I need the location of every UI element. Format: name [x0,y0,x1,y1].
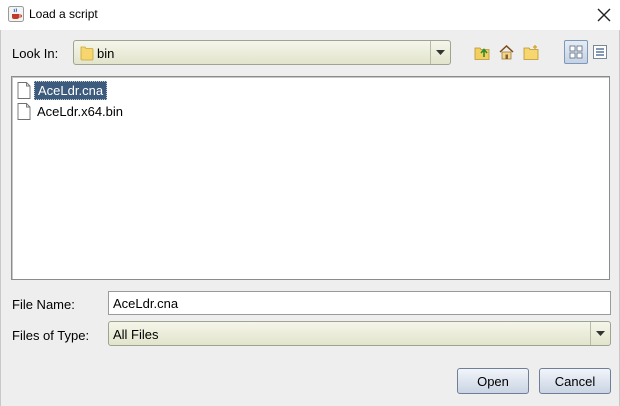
look-in-combo[interactable]: bin [73,40,451,65]
home-icon[interactable] [497,43,515,61]
close-button[interactable] [590,3,618,27]
cancel-button[interactable]: Cancel [539,368,611,394]
file-name-label: AceLdr.x64.bin [37,103,124,119]
window-title: Load a script [29,7,98,21]
file-name-input[interactable] [108,291,611,315]
chevron-down-icon[interactable] [590,322,610,345]
java-coffee-cup-icon [8,6,24,22]
title-bar: Load a script [0,0,620,30]
list-item[interactable]: AceLdr.x64.bin [17,101,126,121]
file-list[interactable]: AceLdr.cna AceLdr.x64.bin [11,76,610,280]
files-of-type-label: Files of Type: [12,328,90,343]
look-in-label: Look In: [12,46,59,61]
details-view-icon[interactable] [588,40,612,64]
look-in-value: bin [97,46,115,61]
files-of-type-combo[interactable]: All Files [108,321,611,346]
list-view-icon[interactable] [564,40,588,64]
document-icon [17,81,31,99]
document-icon [17,102,31,120]
close-icon [597,8,611,22]
list-item[interactable]: AceLdr.cna [17,80,108,100]
file-name-field-label: File Name: [12,297,75,312]
folder-icon [80,45,94,64]
file-name-label: AceLdr.cna [34,80,108,100]
chevron-down-icon[interactable] [430,41,450,64]
open-button[interactable]: Open [457,368,529,394]
up-one-level-icon[interactable] [473,43,491,61]
new-folder-icon[interactable] [522,43,540,61]
files-of-type-value: All Files [113,327,159,342]
dialog-content: Look In: bin AceLdr.cna AceLdr.x64.bin F… [0,30,620,406]
